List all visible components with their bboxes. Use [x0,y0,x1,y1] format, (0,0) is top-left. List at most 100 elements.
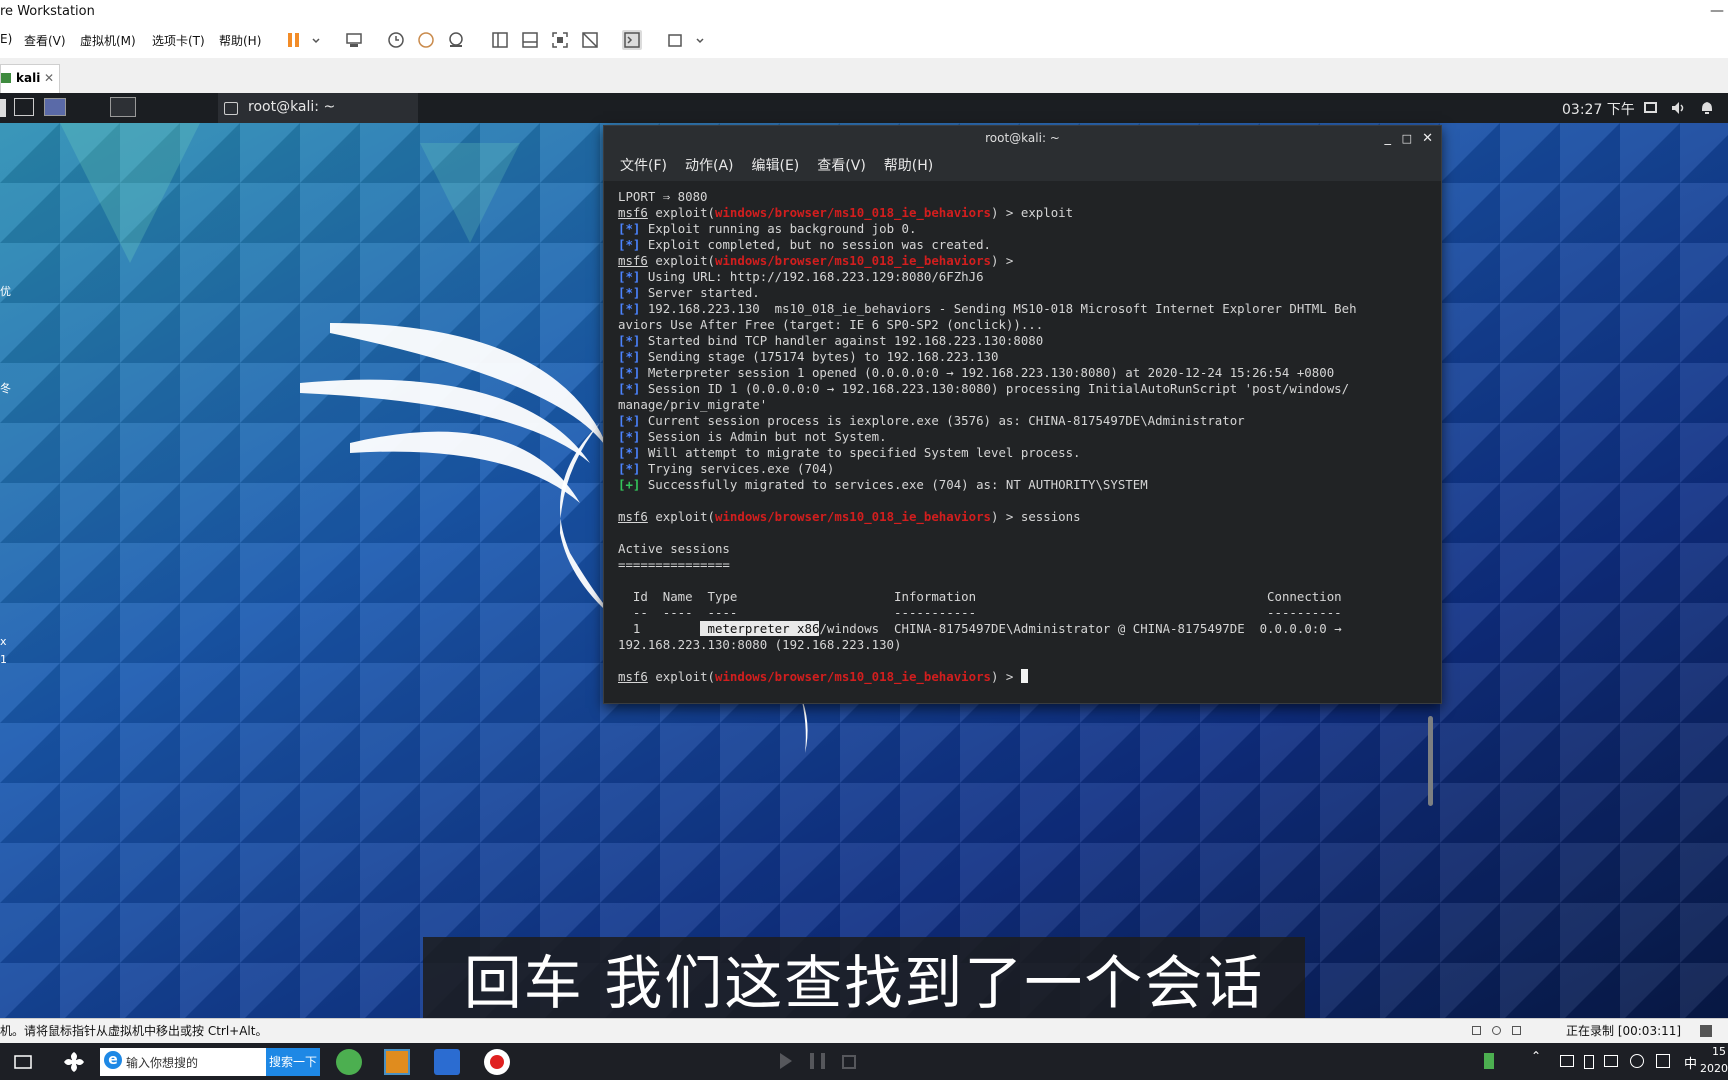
pause-icon[interactable] [809,1053,814,1069]
playback-controls[interactable] [780,1053,930,1071]
menu-file[interactable]: 文件(F) [620,158,667,174]
play-icon[interactable] [780,1053,792,1069]
record-app-icon[interactable] [484,1049,510,1075]
terminal-launcher-icon[interactable] [14,98,34,116]
terminal-menu-bar: 文件(F) 动作(A) 编辑(E) 查看(V) 帮助(H) [604,151,1441,182]
video-subtitle: 回车 我们这查找到了一个会话 [423,937,1305,1029]
minimize-button[interactable]: — [1710,0,1724,23]
clock-time[interactable]: 15 [1712,1045,1726,1058]
desktop-glyph: 冬 [0,382,11,395]
console-view-icon[interactable] [622,30,642,50]
info-tag: [*] [618,333,641,348]
menu-edit[interactable]: 编辑(E) [752,158,800,174]
menu-help[interactable]: 帮助(H) [219,32,261,49]
chevron-down-icon[interactable] [690,30,704,50]
menu-vm[interactable]: 虚拟机(M) [80,32,136,49]
menu-edit[interactable]: E) [0,32,12,46]
menu-actions[interactable]: 动作(A) [685,158,734,174]
terminal-window[interactable]: root@kali: ~ _ □ ✕ 文件(F) 动作(A) 编辑(E) 查看(V) 帮… [603,125,1442,806]
output-line: Successfully migrated to services.exe (7… [640,477,1148,492]
battery-icon[interactable] [1584,1055,1594,1069]
app-tray-icon[interactable] [1484,1053,1494,1069]
vmware-title-bar: re Workstation — [0,0,1728,23]
search-placeholder: 输入你想搜的 [126,1056,199,1070]
col-information: Information [894,589,977,604]
output-line: 192.168.223.130 ms10_018_ie_behaviors - … [640,301,1357,316]
col-underline: ---- [662,605,693,620]
tab-label: kali [16,71,41,85]
send-keys-icon[interactable] [344,30,364,50]
taskbar-terminal-item[interactable]: root@kali: ~ [218,93,418,123]
chevron-up-icon[interactable]: ⌃ [1531,1049,1541,1063]
tab-kali[interactable]: kali ✕ [0,64,60,93]
snapshot-icon[interactable] [386,30,406,50]
chevron-down-icon[interactable] [306,30,320,50]
col-underline: ----------- [894,605,977,620]
session-connection: 0.0.0.0:0 → [1259,621,1342,636]
device-icon[interactable] [1472,1026,1481,1035]
fan-app-icon[interactable] [62,1050,86,1074]
menu-tabs[interactable]: 选项卡(T) [152,32,205,49]
session-type-rest: /windows [819,621,880,636]
session-connection-cont: 192.168.223.130:8080 (192.168.223.130) [618,637,902,652]
terminal-scrollbar[interactable] [1428,716,1433,806]
search-input[interactable]: e 输入你想搜的 [100,1048,266,1076]
task-view-icon[interactable] [14,1054,32,1070]
panel-clock[interactable]: 03:27 下午 [1562,99,1635,119]
stop-icon[interactable] [842,1055,857,1069]
pause-icon[interactable] [820,1053,825,1069]
ime-indicator[interactable]: 中 [1684,1053,1697,1072]
network-icon[interactable] [1604,1055,1618,1067]
app-launcher-icon[interactable] [44,98,66,116]
info-tag: [*] [618,237,641,252]
vmware-app-icon[interactable] [384,1049,410,1075]
search-button[interactable]: 搜索一下 [266,1048,320,1076]
device-icon[interactable] [1492,1026,1501,1035]
notification-bell-icon[interactable] [1699,100,1715,116]
editor-app-icon[interactable] [434,1049,460,1075]
terminal-output[interactable]: LPORT ⇒ 8080 msf6 exploit(windows/browse… [604,181,1441,703]
pause-icon[interactable] [284,30,304,50]
volume-icon[interactable] [1630,1054,1644,1068]
browser-app-icon[interactable] [336,1049,362,1075]
session-type-selected[interactable]: meterpreter x86 [700,621,820,636]
thumbnail-bar-icon[interactable] [520,30,540,50]
stretch-icon[interactable] [666,30,686,50]
task-title: root@kali: ~ [248,99,336,115]
window-title: re Workstation [0,4,95,19]
menu-help[interactable]: 帮助(H) [884,158,933,174]
device-icon[interactable] [1512,1026,1521,1035]
menu-view[interactable]: 查看(V) [817,158,866,174]
sidebar-icon[interactable] [490,30,510,50]
tray-icon[interactable] [1560,1055,1574,1067]
ime-mode-icon[interactable] [1656,1054,1670,1068]
close-icon[interactable]: ✕ [1422,126,1433,151]
fullscreen-icon[interactable] [550,30,570,50]
output-line: Server started. [640,285,760,300]
minimize-icon[interactable]: _ [1385,126,1392,151]
prompt: msf6 [618,205,648,220]
unity-icon[interactable] [580,30,600,50]
terminal-app-icon[interactable] [110,97,136,117]
windows-taskbar: e 输入你想搜的 搜索一下 ⌃ 中 15 2020 [0,1043,1728,1080]
close-icon[interactable]: ✕ [44,65,54,91]
volume-icon[interactable] [1670,100,1686,116]
menu-view[interactable]: 查看(V) [24,32,66,49]
workspace-icon[interactable] [0,99,6,117]
col-name: Name [662,589,693,604]
prompt-exploit: exploit( [655,253,715,268]
clock-date[interactable]: 2020 [1700,1062,1728,1075]
edit-icon[interactable] [1700,1025,1712,1037]
info-tag: [*] [618,269,641,284]
revert-snapshot-icon[interactable] [416,30,436,50]
output-line: Current session process is iexplore.exe … [640,413,1245,428]
output-line: Exploit completed, but no session was cr… [640,237,992,252]
info-tag: [*] [618,221,641,236]
prompt-end: ) > [991,509,1014,524]
maximize-icon[interactable]: □ [1402,126,1412,151]
display-icon[interactable] [1644,102,1657,113]
vm-icon [1,73,11,83]
snapshot-manager-icon[interactable] [446,30,466,50]
vmware-status-bar: 机。请将鼠标指针从虚拟机中移出或按 Ctrl+Alt。 正在录制 [00:03:… [0,1018,1728,1044]
sessions-heading-underline: =============== [618,557,730,572]
